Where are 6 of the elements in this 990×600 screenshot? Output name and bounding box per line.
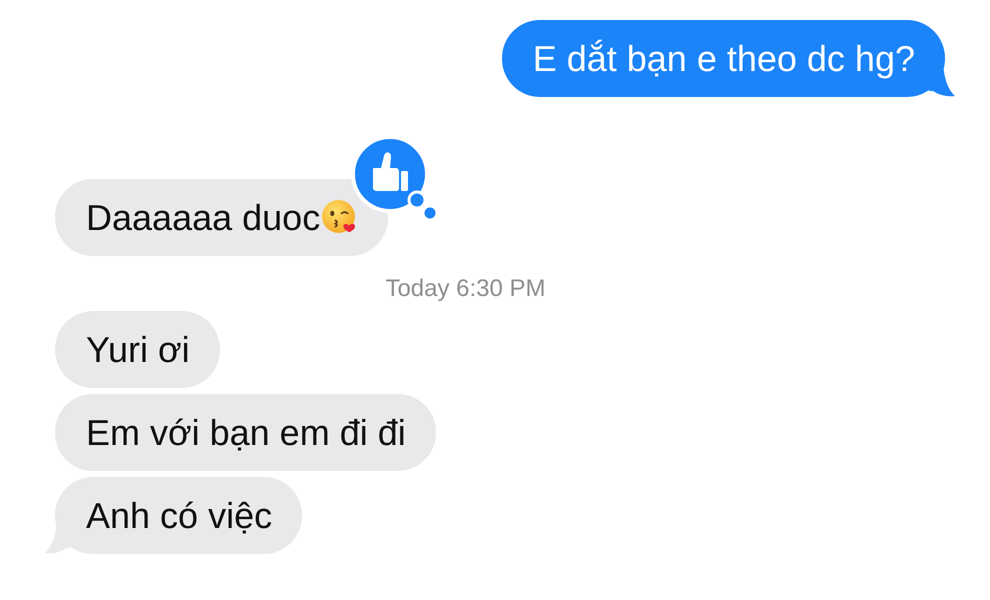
message-text: Anh có việc	[86, 494, 272, 536]
message-text: E dắt bạn e theo dc hg?	[532, 38, 915, 80]
message-timestamp: Today 6:30 PM	[385, 274, 546, 304]
message-text: Em với bạn em đi đi	[86, 412, 406, 454]
message-text: Daaaaaa duoc	[86, 196, 320, 238]
message-text: Yuri ơi	[86, 328, 190, 370]
